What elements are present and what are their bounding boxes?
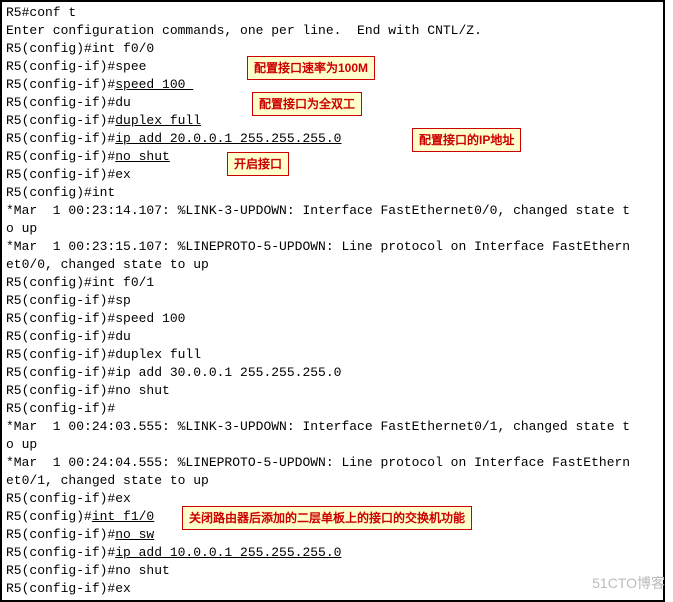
terminal-line: R5(config-if)#du: [6, 328, 659, 346]
command-no-sw: no sw: [115, 527, 154, 542]
log-line: o up: [6, 220, 659, 238]
log-line: et0/1, changed state to up: [6, 472, 659, 490]
terminal-line: R5(config-if)#ex: [6, 166, 659, 184]
prompt: R5(config-if)#: [6, 113, 115, 128]
log-line: o up: [6, 436, 659, 454]
log-line: *Mar 1 00:24:03.555: %LINK-3-UPDOWN: Int…: [6, 418, 659, 436]
terminal-line: R5(config-if)#ex: [6, 580, 659, 598]
annotation-speed: 配置接口速率为100M: [247, 56, 375, 80]
terminal-window[interactable]: R5#conf t Enter configuration commands, …: [0, 0, 665, 602]
terminal-line: R5(config-if)#ip add 20.0.0.1 255.255.25…: [6, 130, 659, 148]
terminal-line: R5(config-if)#no shut: [6, 148, 659, 166]
annotation-ip: 配置接口的IP地址: [412, 128, 521, 152]
log-line: *Mar 1 00:23:15.107: %LINEPROTO-5-UPDOWN…: [6, 238, 659, 256]
watermark: 51CTO博客: [592, 574, 665, 592]
terminal-line: R5(config-if)#ip add 30.0.0.1 255.255.25…: [6, 364, 659, 382]
annotation-duplex: 配置接口为全双工: [252, 92, 362, 116]
prompt: R5(config-if)#: [6, 545, 115, 560]
prompt: R5(config-if)#: [6, 527, 115, 542]
command-speed: speed 100: [115, 77, 193, 92]
terminal-line: R5(config-if)#duplex full: [6, 346, 659, 364]
annotation-noshut: 开启接口: [227, 152, 289, 176]
prompt: R5(config)#: [6, 509, 92, 524]
command-ip-add-10: ip add 10.0.0.1 255.255.255.0: [115, 545, 341, 560]
log-line: *Mar 1 00:23:14.107: %LINK-3-UPDOWN: Int…: [6, 202, 659, 220]
terminal-line: R5(config)#int f0/1: [6, 274, 659, 292]
terminal-line: R5(config-if)#sp: [6, 292, 659, 310]
terminal-line: R5(config)#int: [6, 184, 659, 202]
annotation-nosw: 关闭路由器后添加的二层单板上的接口的交换机功能: [182, 506, 472, 530]
terminal-line: Enter configuration commands, one per li…: [6, 22, 659, 40]
terminal-line: R5(config-if)#ip add 10.0.0.1 255.255.25…: [6, 544, 659, 562]
prompt: R5(config-if)#: [6, 149, 115, 164]
command-ip-add: ip add 20.0.0.1 255.255.255.0: [115, 131, 341, 146]
command-int-f10: int f1/0: [92, 509, 154, 524]
terminal-line: R5(config-if)#no shut: [6, 562, 659, 580]
command-no-shut: no shut: [115, 149, 170, 164]
prompt: R5(config-if)#: [6, 131, 115, 146]
log-line: *Mar 1 00:24:04.555: %LINEPROTO-5-UPDOWN…: [6, 454, 659, 472]
terminal-line: R5(config-if)#: [6, 400, 659, 418]
prompt: R5(config-if)#: [6, 77, 115, 92]
terminal-line: R5(config-if)#no shut: [6, 382, 659, 400]
log-line: et0/0, changed state to up: [6, 256, 659, 274]
terminal-line: R5#conf t: [6, 4, 659, 22]
terminal-line: R5(config-if)#speed 100: [6, 310, 659, 328]
command-duplex: duplex full: [115, 113, 201, 128]
